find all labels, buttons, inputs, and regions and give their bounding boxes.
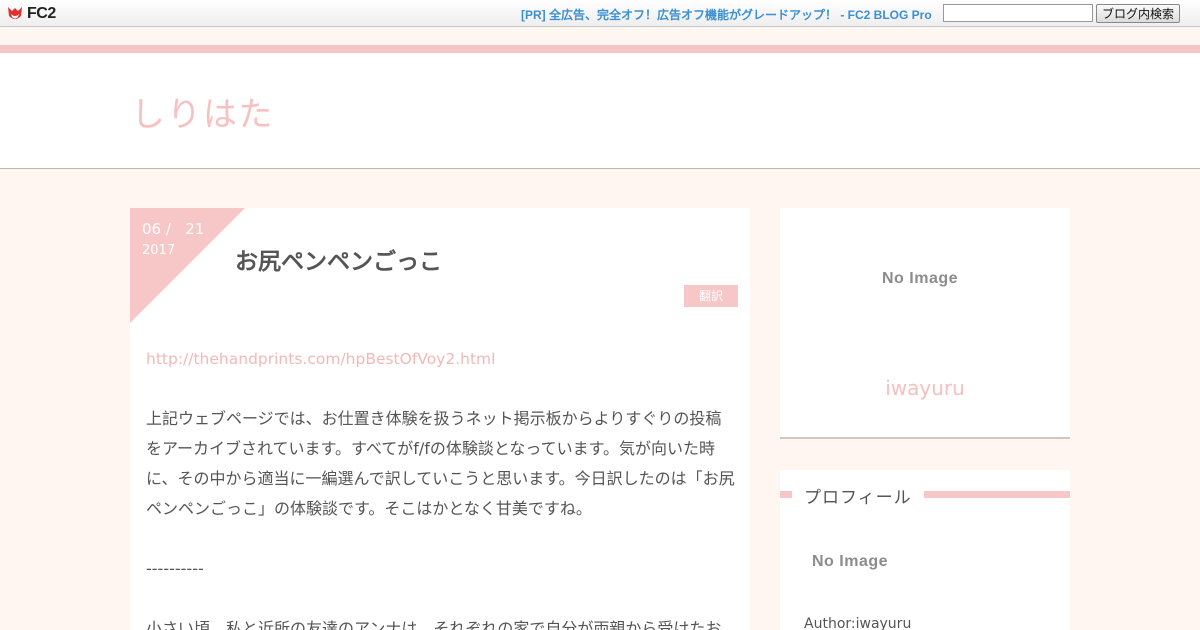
fc2-fox-icon bbox=[8, 6, 22, 19]
post-date-year: 2017 bbox=[142, 243, 176, 258]
post-paragraph: 小さい頃、私と近所の友達のアンナは、それぞれの家で自分が両親から受けたお bbox=[146, 619, 722, 630]
pr-ad-link[interactable]: [PR] 全広告、完全オフ！広告オフ機能がグレードアップ！ - FC2 BLOG… bbox=[521, 6, 932, 23]
fc2-top-bar: FC2 [PR] 全広告、完全オフ！広告オフ機能がグレードアップ！ - FC2 … bbox=[0, 0, 1200, 27]
profile-heading-bar-right bbox=[924, 491, 1070, 498]
post-date-day: 06 / 21 bbox=[142, 220, 205, 238]
profile-no-image: No Image bbox=[812, 553, 889, 570]
profile-heading: プロフィール bbox=[804, 483, 918, 508]
author-link[interactable]: iwayuru bbox=[780, 376, 1070, 400]
blog-search-input[interactable] bbox=[943, 4, 1093, 22]
blog-search-button[interactable]: ブログ内検索 bbox=[1096, 4, 1180, 23]
blog-header: しりはた bbox=[0, 53, 1200, 169]
profile-widget: プロフィール No Image Author:iwayuru bbox=[780, 470, 1070, 630]
profile-author: Author:iwayuru bbox=[804, 616, 912, 630]
header-accent-line bbox=[0, 45, 1200, 53]
post-separator: ---------- bbox=[146, 559, 204, 578]
profile-heading-bar-left bbox=[780, 491, 792, 498]
sidebar-author-card: No Image iwayuru bbox=[780, 208, 1070, 439]
blog-post: 06 / 21 2017 お尻ペンペンごっこ 翻訳 http://thehand… bbox=[130, 208, 750, 630]
post-paragraph: 上記ウェブページでは、お仕置き体験を扱うネット掲示板からよりすぐりの投稿をアーカ… bbox=[146, 409, 735, 518]
blog-title[interactable]: しりはた bbox=[131, 87, 274, 136]
post-body: http://thehandprints.com/hpBestOfVoy2.ht… bbox=[146, 344, 736, 630]
top-band bbox=[0, 28, 1200, 45]
no-image-placeholder: No Image bbox=[882, 270, 959, 287]
fc2-logo-text: FC2 bbox=[27, 4, 56, 22]
source-link[interactable]: http://thehandprints.com/hpBestOfVoy2.ht… bbox=[146, 344, 736, 374]
fc2-logo[interactable]: FC2 bbox=[6, 4, 56, 23]
post-title: お尻ペンペンごっこ bbox=[235, 249, 442, 275]
category-tag[interactable]: 翻訳 bbox=[684, 285, 738, 307]
